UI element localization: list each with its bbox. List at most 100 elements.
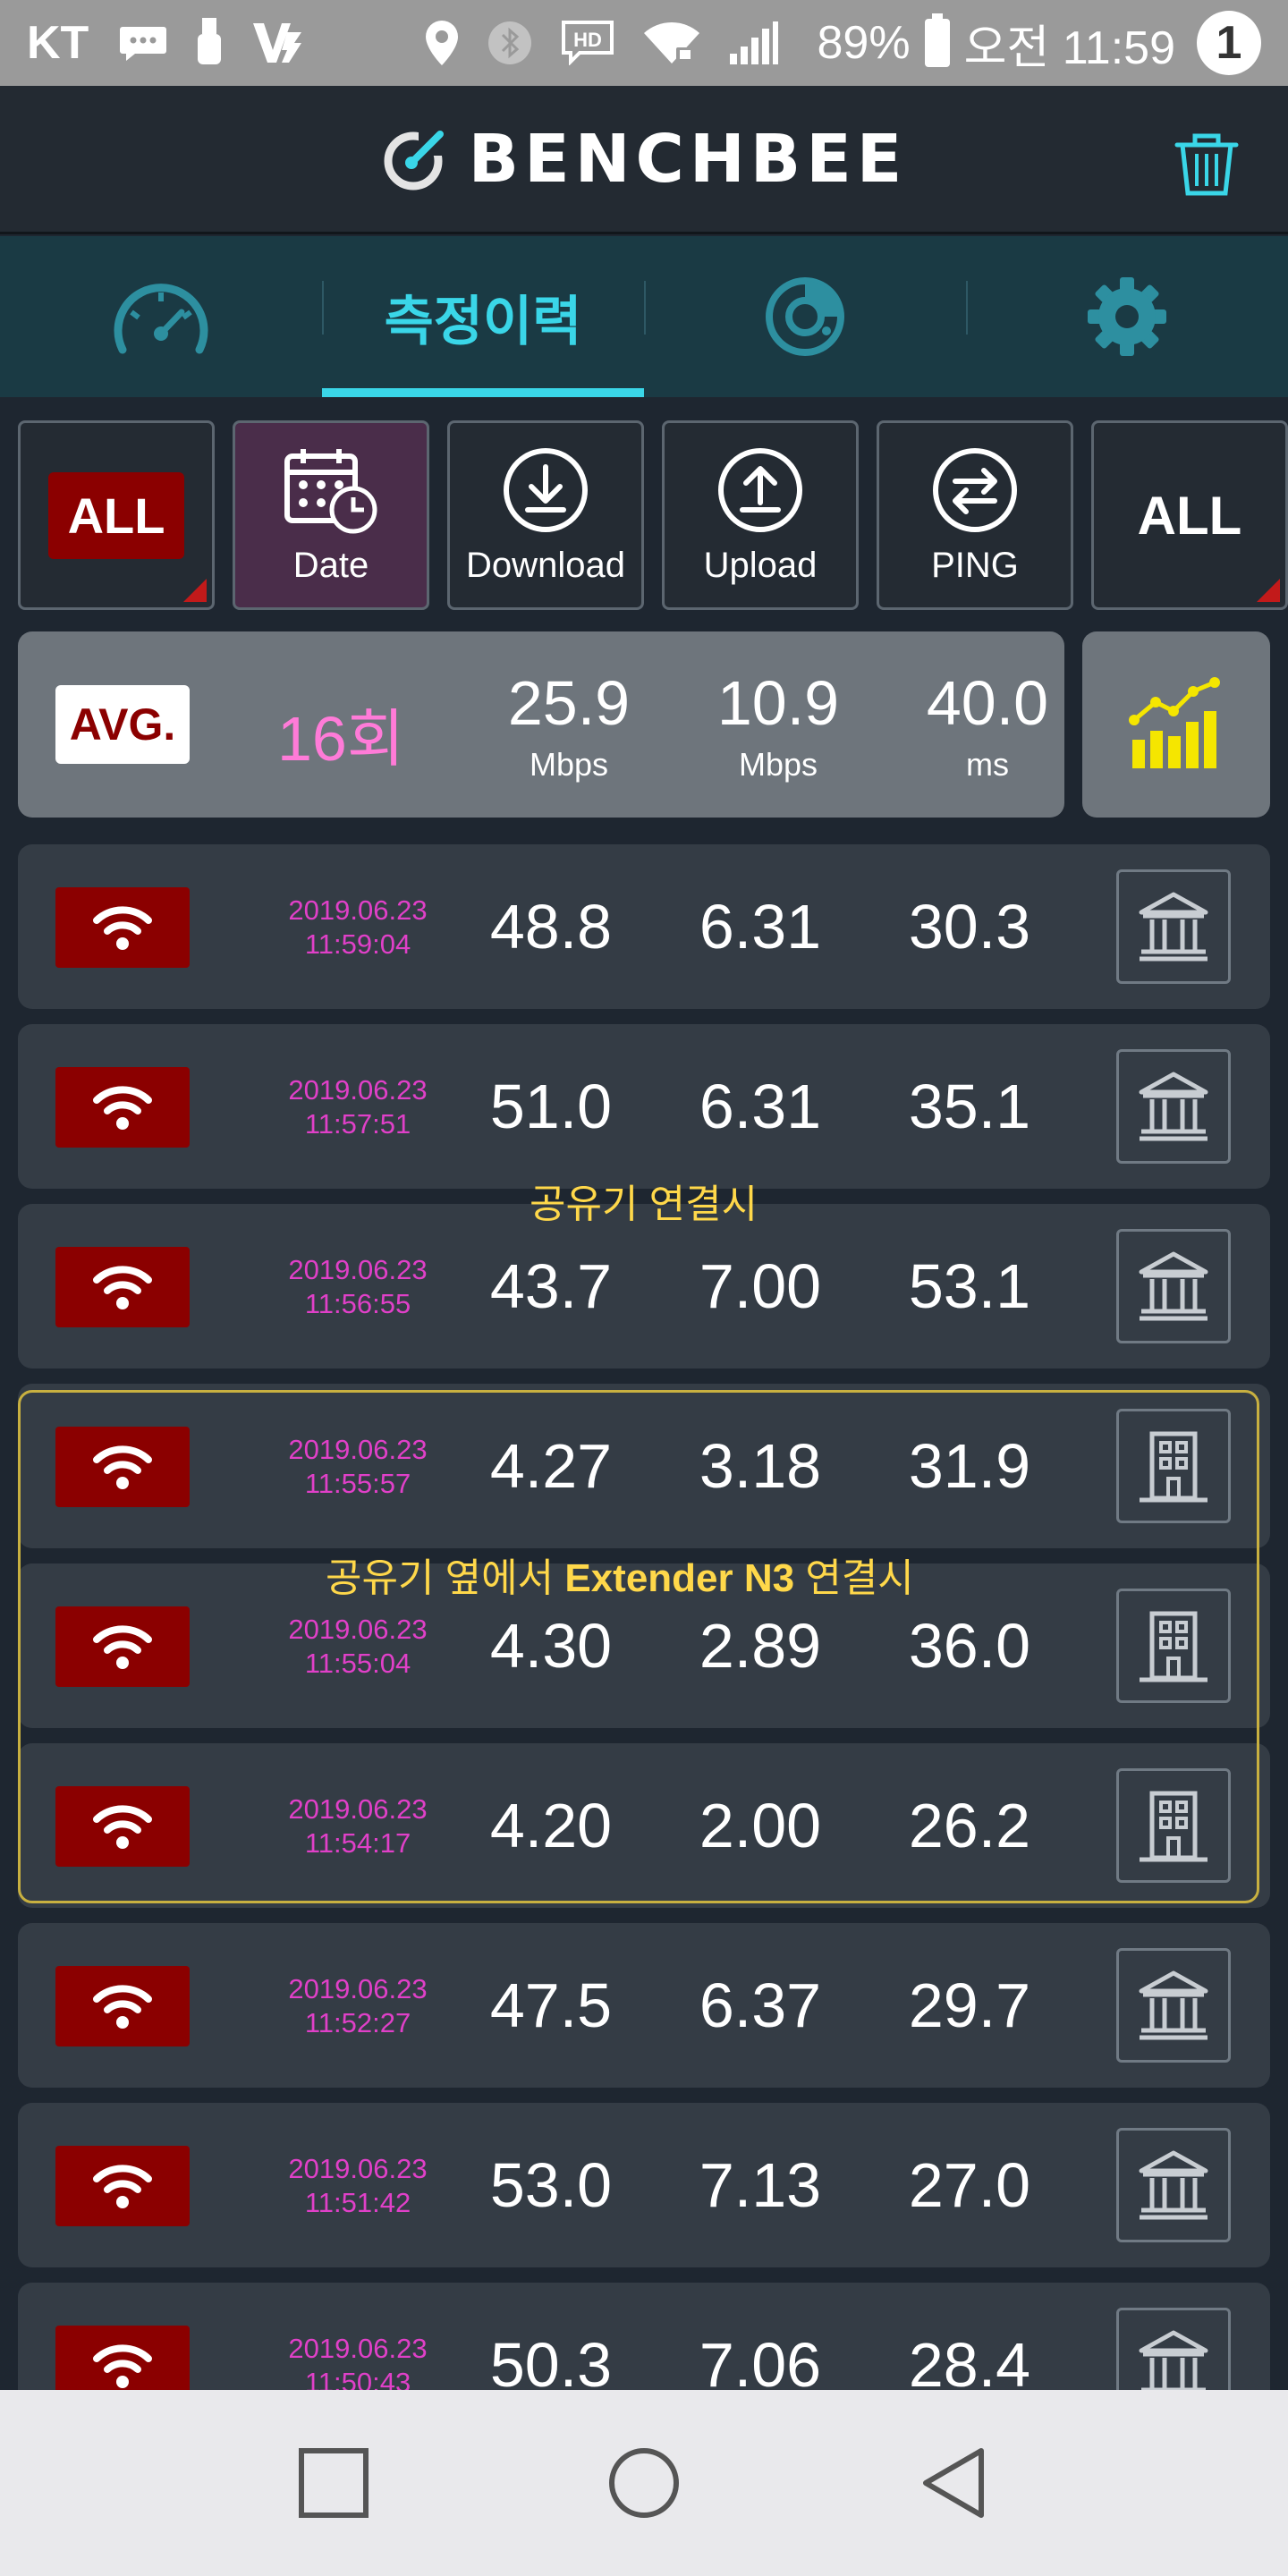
network-type-badge — [55, 1606, 190, 1687]
wifi-icon — [93, 2165, 152, 2208]
history-row[interactable]: 2019.06.23 11:57:51 51.0 6.31 35.1 — [18, 1024, 1270, 1189]
server-filter-label: ALL — [1137, 485, 1242, 546]
record-upload: 7.00 — [699, 1251, 822, 1321]
record-ping: 36.0 — [908, 1611, 1031, 1681]
history-row[interactable]: 2019.06.23 11:51:42 53.0 7.13 27.0 — [18, 2103, 1270, 2267]
back-button[interactable] — [901, 2429, 1008, 2537]
record-date: 2019.06.23 — [288, 2333, 428, 2364]
bank-icon — [1139, 892, 1208, 962]
network-filter-label: ALL — [47, 471, 185, 559]
record-upload: 6.31 — [699, 892, 822, 962]
avg-badge: AVG. — [55, 685, 190, 764]
app-screen: KT HD 89% 오전 11:59 1 BENCHBEE 측정이력 ALL D… — [0, 0, 1288, 2576]
record-time: 11:55:04 — [304, 1648, 411, 1679]
avg-upload: 10.9 Mbps — [689, 667, 868, 784]
network-type-badge — [55, 1966, 190, 2046]
sort-ping-button[interactable]: PING — [877, 420, 1073, 610]
server-info-button[interactable] — [1116, 1589, 1231, 1703]
record-upload: 2.00 — [699, 1791, 822, 1860]
sort-upload-button[interactable]: Upload — [662, 420, 859, 610]
v3-icon — [251, 20, 305, 66]
wifi-icon — [93, 906, 152, 950]
trend-chart-button[interactable] — [1082, 631, 1270, 818]
avg-upload-unit: Mbps — [738, 746, 818, 783]
record-date: 2019.06.23 — [288, 1973, 428, 2004]
gear-icon — [1088, 277, 1166, 356]
filter-bar: ALL Date Download Upload PING ALL — [18, 420, 1288, 612]
record-upload: 3.18 — [699, 1431, 822, 1501]
history-row[interactable]: 2019.06.23 11:54:17 4.20 2.00 26.2 — [18, 1743, 1270, 1908]
sort-ping-label: PING — [931, 545, 1019, 585]
avg-download-value: 25.9 — [507, 668, 631, 738]
network-type-badge — [55, 1247, 190, 1327]
tab-statistics[interactable] — [644, 236, 966, 397]
server-info-button[interactable] — [1116, 2128, 1231, 2242]
record-time: 11:52:27 — [304, 2007, 411, 2038]
system-nav-bar — [0, 2390, 1288, 2576]
network-type-badge — [55, 1786, 190, 1867]
avg-download: 25.9 Mbps — [479, 667, 658, 784]
network-type-badge — [55, 1067, 190, 1148]
tab-history[interactable]: 측정이력 — [322, 236, 644, 397]
home-button[interactable] — [590, 2429, 698, 2537]
record-date: 2019.06.23 — [288, 1254, 428, 1285]
sort-download-label: Download — [466, 545, 625, 585]
main-tabs: 측정이력 — [0, 236, 1288, 397]
wifi-icon — [93, 2344, 152, 2388]
signal-icon — [728, 20, 778, 66]
avg-ping: 40.0 ms — [898, 667, 1077, 784]
server-filter-button[interactable]: ALL — [1091, 420, 1288, 610]
extender-annotation-prefix: 공유기 옆에서 — [326, 1556, 565, 1600]
record-download: 4.27 — [489, 1431, 613, 1501]
history-row[interactable]: 2019.06.23 11:55:57 4.27 3.18 31.9 — [18, 1384, 1270, 1548]
bank-icon — [1139, 1251, 1208, 1321]
server-info-button[interactable] — [1116, 1948, 1231, 2063]
history-row[interactable]: 2019.06.23 11:52:27 47.5 6.37 29.7 — [18, 1923, 1270, 2088]
delete-history-button[interactable] — [1170, 125, 1243, 199]
extender-annotation: 공유기 옆에서 Extender N3 연결시 — [326, 1546, 914, 1603]
avg-download-unit: Mbps — [529, 746, 609, 783]
sort-upload-label: Upload — [703, 545, 818, 585]
download-icon — [504, 447, 588, 532]
history-row[interactable]: 2019.06.23 11:59:04 48.8 6.31 30.3 — [18, 844, 1270, 1009]
record-download: 53.0 — [489, 2150, 613, 2220]
test-count: 16회 — [277, 704, 405, 774]
wifi-icon — [93, 1985, 152, 2029]
network-type-badge — [55, 1427, 190, 1507]
tab-settings[interactable] — [966, 236, 1288, 397]
tab-speedtest[interactable] — [0, 236, 322, 397]
server-info-button[interactable] — [1116, 1409, 1231, 1523]
recent-apps-button[interactable] — [280, 2429, 387, 2537]
record-time: 11:59:04 — [304, 928, 411, 960]
record-date: 2019.06.23 — [288, 1793, 428, 1825]
record-time: 11:54:17 — [304, 1827, 411, 1859]
triangle-back-icon — [922, 2448, 984, 2518]
wifi-icon — [93, 1445, 152, 1489]
server-info-button[interactable] — [1116, 869, 1231, 984]
sort-date-button[interactable]: Date — [233, 420, 429, 610]
record-upload: 7.13 — [699, 2150, 822, 2220]
record-upload: 6.37 — [699, 1970, 822, 2040]
notification-badge[interactable]: 1 — [1197, 11, 1261, 75]
record-date: 2019.06.23 — [288, 2153, 428, 2184]
sort-download-button[interactable]: Download — [447, 420, 644, 610]
record-download: 4.30 — [489, 1611, 613, 1681]
wifi-icon — [93, 1266, 152, 1309]
status-bar: KT HD 89% 오전 11:59 1 — [0, 0, 1288, 86]
chart-icon — [766, 277, 844, 356]
record-ping: 27.0 — [908, 2150, 1031, 2220]
record-date: 2019.06.23 — [288, 1434, 428, 1465]
server-info-button[interactable] — [1116, 1768, 1231, 1883]
server-info-button[interactable] — [1116, 1229, 1231, 1343]
network-filter-button[interactable]: ALL — [18, 420, 215, 610]
hd-voice-icon: HD — [560, 21, 615, 65]
record-download: 48.8 — [489, 892, 613, 962]
calendar-clock-icon — [284, 448, 377, 533]
building-icon — [1140, 1791, 1208, 1862]
location-icon — [424, 19, 460, 67]
app-logo: BENCHBEE — [381, 121, 908, 198]
extender-annotation-device: Extender N3 — [564, 1556, 795, 1600]
svg-text:HD: HD — [573, 29, 602, 51]
server-info-button[interactable] — [1116, 1049, 1231, 1164]
record-time: 11:56:55 — [304, 1288, 411, 1319]
